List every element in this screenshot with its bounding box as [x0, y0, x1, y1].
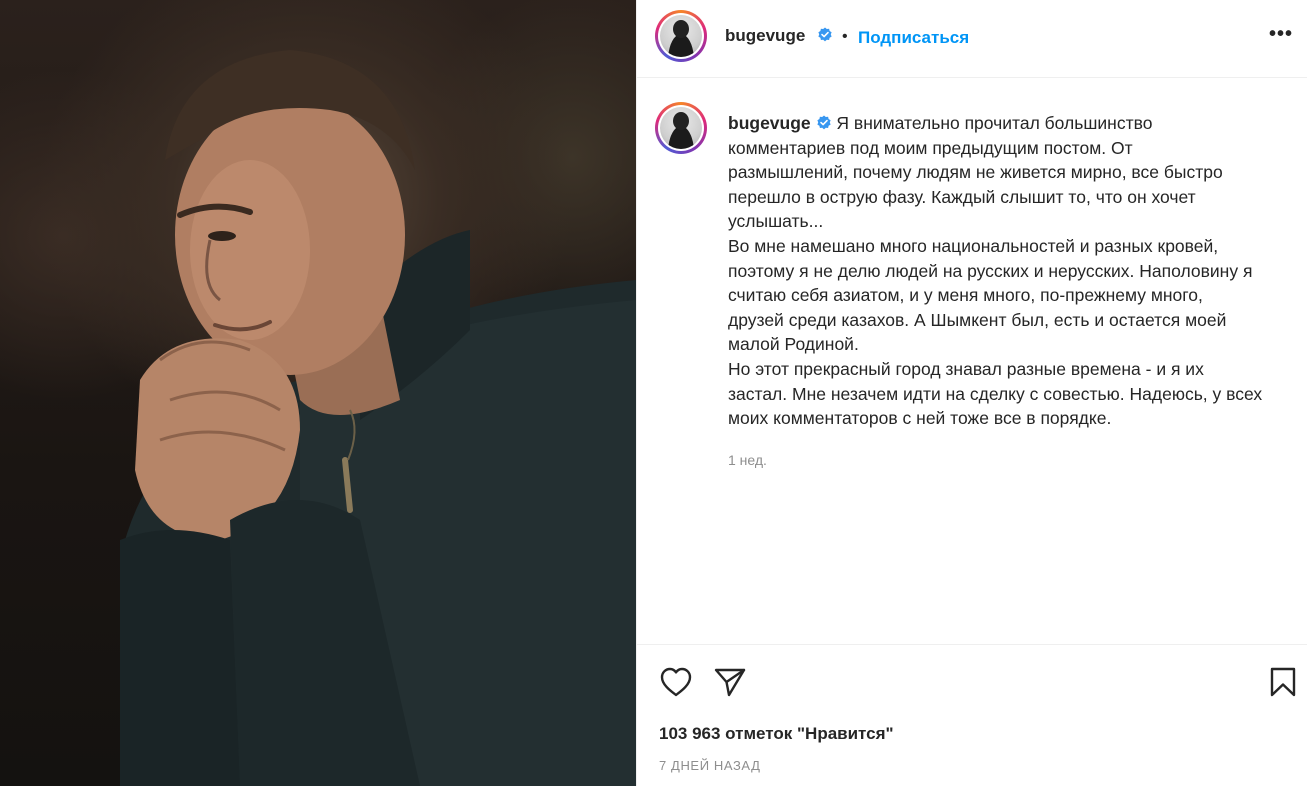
post-photo[interactable] — [0, 0, 636, 786]
photo-illustration — [120, 50, 636, 786]
caption-text-line: малой Родиной. — [728, 334, 859, 355]
post-actions: 103 963 отметок "Нравится" 7 ДНЕЙ НАЗАД — [637, 644, 1307, 786]
caption-text-line: услышать... — [728, 211, 824, 232]
post-header: bugevuge • Подписаться ••• — [637, 0, 1307, 78]
post-date[interactable]: 7 ДНЕЙ НАЗАД — [659, 758, 761, 773]
caption-text-line: считаю себя азиатом, и у меня много, по-… — [728, 285, 1203, 306]
caption-author-avatar[interactable] — [655, 102, 707, 154]
paper-plane-icon[interactable] — [713, 666, 747, 703]
caption-text-line: Во мне намешано много национальностей и … — [728, 235, 1219, 256]
caption-text-line: поэтому я не делю людей на русских и нер… — [728, 260, 1253, 281]
bookmark-icon[interactable] — [1268, 666, 1298, 703]
caption-text-line: Я внимательно прочитал большинство — [836, 113, 1153, 133]
author-avatar[interactable] — [655, 10, 707, 62]
follow-button[interactable]: Подписаться — [858, 28, 969, 48]
more-options-icon[interactable]: ••• — [1269, 24, 1293, 44]
heart-icon[interactable] — [659, 666, 693, 703]
caption-username[interactable]: bugevuge — [728, 113, 811, 133]
separator-dot: • — [842, 28, 848, 45]
comments-area: bugevuge Я внимательно прочитал большинс… — [637, 78, 1307, 644]
caption-text-line: застал. Мне незачем идти на сделку с сов… — [728, 383, 1263, 404]
caption-text-line: Но этот прекрасный город знавал разные в… — [728, 358, 1204, 379]
avatar-image — [660, 15, 702, 57]
caption-text-line: моих комментаторов с ней тоже все в поря… — [728, 408, 1112, 429]
post-caption: bugevuge Я внимательно прочитал большинс… — [728, 111, 1303, 431]
likes-count[interactable]: 103 963 отметок "Нравится" — [659, 724, 894, 744]
caption-first-line: bugevuge Я внимательно прочитал большинс… — [728, 111, 1303, 136]
verified-badge-icon — [816, 115, 831, 130]
caption-text-line: размышлений, почему людям не живется мир… — [728, 162, 1223, 183]
caption-text-line: комментариев под моим предыдущим постом.… — [728, 137, 1133, 158]
caption-text-line: друзей среди казахов. А Шымкент был, ест… — [728, 309, 1227, 330]
verified-badge-icon — [817, 27, 833, 46]
caption-timestamp[interactable]: 1 нед. — [728, 452, 767, 468]
post-side-panel: bugevuge • Подписаться ••• bugevuge Я вн… — [636, 0, 1307, 786]
caption-text-line: перешло в острую фазу. Каждый слышит то,… — [728, 186, 1196, 207]
avatar-image — [660, 107, 702, 149]
author-username[interactable]: bugevuge — [725, 26, 805, 46]
